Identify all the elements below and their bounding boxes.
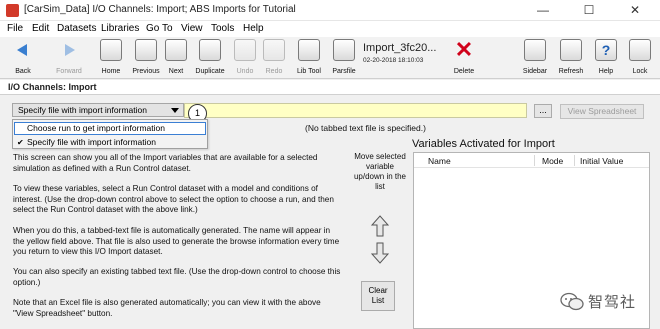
variables-title: Variables Activated for Import	[412, 138, 555, 150]
menu-help[interactable]: Help	[243, 23, 264, 34]
delete-x-icon: ✕	[454, 37, 474, 62]
import-source-dropdown[interactable]: Specify file with import information	[12, 103, 184, 117]
next-label: Next	[168, 68, 184, 75]
description-paragraph: Note that an Excel file is also generate…	[13, 298, 321, 318]
redo-label: Redo	[265, 68, 283, 75]
menu-view[interactable]: View	[181, 23, 203, 34]
dropdown-label: Specify file with import information	[18, 105, 147, 115]
move-down-arrow-icon[interactable]	[371, 242, 389, 264]
lib-tool-label: Lib Tool	[296, 68, 321, 75]
window-title: [CarSim_Data] I/O Channels: Import; ABS …	[24, 4, 296, 15]
minimize-button[interactable]: —	[520, 0, 566, 21]
refresh-button[interactable]: Refresh	[555, 37, 587, 79]
menu-bar: File Edit Datasets Libraries Go To View …	[0, 21, 660, 37]
redo-icon	[263, 39, 285, 61]
home-button[interactable]: Home	[95, 37, 127, 79]
app-icon	[6, 4, 19, 17]
wechat-logo-icon	[560, 292, 584, 311]
help-label: Help	[598, 68, 614, 75]
next-button[interactable]: Next	[163, 37, 189, 79]
refresh-icon	[560, 39, 582, 61]
question-icon: ?	[595, 39, 617, 61]
duplicate-icon	[199, 39, 221, 61]
delete-label: Delete	[453, 68, 475, 75]
move-hint: Move selected variable up/down in the li…	[353, 152, 407, 191]
maximize-button[interactable]: ☐	[566, 0, 612, 21]
previous-label: Previous	[132, 68, 160, 75]
title-bar: [CarSim_Data] I/O Channels: Import; ABS …	[0, 0, 660, 21]
watermark: 智驾社	[558, 290, 658, 312]
lock-icon	[629, 39, 651, 61]
close-button[interactable]: ✕	[612, 0, 658, 21]
duplicate-button[interactable]: Duplicate	[191, 37, 229, 79]
previous-button[interactable]: Previous	[128, 37, 164, 79]
menu-go-to[interactable]: Go To	[146, 23, 173, 34]
forward-button[interactable]: Forward	[50, 37, 88, 79]
column-mode[interactable]: Mode	[542, 156, 563, 166]
home-label: Home	[101, 68, 121, 75]
column-initial-value[interactable]: Initial Value	[580, 156, 623, 166]
menu-tools[interactable]: Tools	[211, 23, 234, 34]
forward-arrow-icon	[58, 39, 80, 61]
column-divider	[534, 155, 535, 166]
back-arrow-icon	[12, 39, 34, 61]
panel-title: I/O Channels: Import	[8, 82, 97, 92]
dataset-name: Import_3fc20...	[363, 42, 437, 54]
dropdown-menu: Choose run to get import information ✔ S…	[12, 119, 208, 149]
previous-icon	[135, 39, 157, 61]
view-spreadsheet-button[interactable]: View Spreadsheet	[560, 104, 644, 119]
duplicate-label: Duplicate	[195, 68, 225, 75]
option-specify-file[interactable]: ✔ Specify file with import information	[14, 136, 206, 149]
back-button[interactable]: Back	[4, 37, 42, 79]
no-file-note: (No tabbed text file is specified.)	[305, 123, 426, 133]
forward-label: Forward	[56, 68, 82, 75]
help-button[interactable]: ? Help	[591, 37, 621, 79]
import-file-field[interactable]	[184, 103, 527, 118]
watermark-text: 智驾社	[588, 293, 637, 311]
option-specify-file-label: Specify file with import information	[27, 137, 156, 147]
option-choose-run[interactable]: Choose run to get import information	[14, 122, 206, 135]
refresh-label: Refresh	[558, 68, 584, 75]
sidebar-icon	[524, 39, 546, 61]
lock-button[interactable]: Lock	[625, 37, 655, 79]
undo-button[interactable]: Undo	[231, 37, 259, 79]
home-icon	[100, 39, 122, 61]
table-header: Name Mode Initial Value	[414, 153, 649, 168]
wrench-icon	[298, 39, 320, 61]
lock-label: Lock	[632, 68, 648, 75]
menu-edit[interactable]: Edit	[32, 23, 49, 34]
undo-icon	[234, 39, 256, 61]
clear-list-button[interactable]: Clear List	[361, 281, 395, 311]
parsfile-label: Parsfile	[332, 68, 356, 75]
description-paragraph: This screen can show you all of the Impo…	[13, 153, 318, 173]
delete-button[interactable]: ✕ Delete	[447, 37, 481, 79]
description-paragraph: When you do this, a tabbed-text file is …	[13, 226, 340, 256]
menu-libraries[interactable]: Libraries	[101, 23, 139, 34]
back-label: Back	[15, 68, 31, 75]
panel-header: I/O Channels: Import	[0, 80, 660, 95]
description-paragraph: To view these variables, select a Run Co…	[13, 184, 334, 214]
parsfile-icon	[333, 39, 355, 61]
parsfile-button[interactable]: Parsfile	[328, 37, 360, 79]
lib-tool-button[interactable]: Lib Tool	[292, 37, 326, 79]
caret-down-icon	[171, 108, 179, 113]
sidebar-button[interactable]: Sidebar	[518, 37, 552, 79]
redo-button[interactable]: Redo	[260, 37, 288, 79]
move-up-arrow-icon[interactable]	[371, 215, 389, 237]
dataset-date: 02-20-2018 18:10:03	[363, 57, 424, 64]
description-paragraph: You can also specify an existing tabbed …	[13, 267, 341, 287]
undo-label: Undo	[236, 68, 254, 75]
column-divider	[574, 155, 575, 166]
menu-file[interactable]: File	[7, 23, 23, 34]
toolbar: Back Forward Home Previous Next Duplicat…	[0, 37, 660, 79]
sidebar-label: Sidebar	[522, 68, 548, 75]
next-icon	[165, 39, 187, 61]
column-name[interactable]: Name	[428, 156, 451, 166]
checkmark-icon: ✔	[17, 138, 24, 147]
menu-datasets[interactable]: Datasets	[57, 23, 96, 34]
browse-button[interactable]: ...	[534, 104, 552, 118]
